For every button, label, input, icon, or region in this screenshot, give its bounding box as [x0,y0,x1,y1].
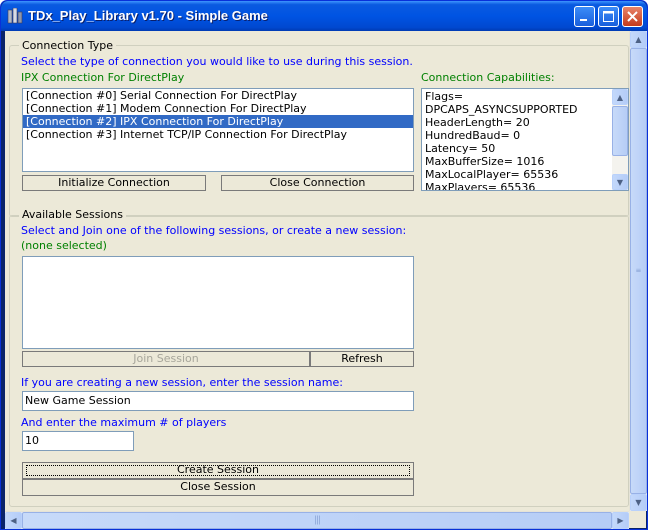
capabilities-lines: Flags= DPCAPS_ASYNCSUPPORTED HeaderLength=… [422,90,612,191]
join-session-label: Join Session [133,352,199,365]
session-name-prompt: If you are creating a new session, enter… [21,376,343,389]
sessions-selected-caption: (none selected) [21,239,107,252]
window-scroll-right[interactable]: ▶ [612,512,629,529]
available-sessions-legend: Available Sessions [19,208,126,221]
size-grip[interactable] [629,511,646,528]
app-window: TDx_Play_Library v1.70 - Simple Game Con… [0,0,648,530]
join-session-button[interactable]: Join Session [22,351,310,367]
capabilities-scrollbar[interactable]: ▲ ▼ [612,89,628,190]
max-players-input[interactable]: 10 [22,431,134,451]
create-session-label: Create Session [176,463,260,476]
connection-list-items: [Connection #0] Serial Connection For Di… [23,89,413,141]
capabilities-label: Connection Capabilities: [421,71,555,84]
window-scroll-left[interactable]: ◀ [5,512,22,529]
minimize-button[interactable] [574,6,595,27]
close-window-button[interactable] [622,6,643,27]
window-horizontal-thumb[interactable]: ||| [22,512,612,529]
close-connection-button[interactable]: Close Connection [221,175,414,191]
capabilities-scroll-up[interactable]: ▲ [612,89,628,105]
horizontal-thumb-grip: ||| [313,515,321,525]
capability-line: HundredBaud= 0 [425,129,521,142]
app-icon [7,8,23,24]
refresh-label: Refresh [341,352,383,365]
connection-list-item[interactable]: [Connection #1] Modem Connection For Dir… [23,102,413,115]
close-session-label: Close Session [180,480,256,493]
capability-line: HeaderLength= 20 [425,116,530,129]
minimize-icon [580,19,587,21]
session-name-input[interactable]: New Game Session [22,391,414,411]
window-horizontal-scrollbar[interactable]: ◀ ||| ▶ [5,511,629,529]
title-bar[interactable]: TDx_Play_Library v1.70 - Simple Game [1,1,647,31]
max-players-prompt: And enter the maximum # of players [21,416,227,429]
close-session-button[interactable]: Close Session [22,479,414,496]
maximize-button[interactable] [598,6,619,27]
close-icon [627,11,638,22]
maximize-icon [603,11,614,22]
close-connection-label: Close Connection [269,176,366,189]
capability-line: MaxPlayers= 65536 [425,181,536,191]
window-title: TDx_Play_Library v1.70 - Simple Game [28,8,268,23]
refresh-button[interactable]: Refresh [310,351,414,367]
capability-line: DPCAPS_ASYNCSUPPORTED [425,103,578,116]
connection-list-item[interactable]: [Connection #3] Internet TCP/IP Connecti… [23,128,413,141]
create-session-button[interactable]: Create Session [22,462,414,479]
capability-line: Latency= 50 [425,142,496,155]
window-vertical-thumb[interactable]: ≡ [630,48,647,494]
initialize-connection-button[interactable]: Initialize Connection [22,175,206,191]
window-scroll-down[interactable]: ▼ [630,494,647,511]
dialog-client-area: Connection Type Select the type of conne… [5,31,629,511]
sessions-list[interactable] [22,256,414,349]
vertical-thumb-grip: ≡ [635,266,642,275]
capability-line: MaxLocalPlayer= 65536 [425,168,559,181]
capability-line: Flags= [425,90,464,103]
capabilities-scroll-thumb[interactable] [612,106,628,156]
window-scroll-up[interactable]: ▲ [630,31,647,48]
capability-line: MaxBufferSize= 1016 [425,155,545,168]
initialize-connection-label: Initialize Connection [58,176,170,189]
connection-instruction: Select the type of connection you would … [21,55,413,68]
sessions-instruction: Select and Join one of the following ses… [21,224,407,237]
capabilities-scroll-down[interactable]: ▼ [612,174,628,190]
connection-list[interactable]: [Connection #0] Serial Connection For Di… [22,88,414,172]
connection-list-item[interactable]: [Connection #0] Serial Connection For Di… [23,89,413,102]
window-vertical-scrollbar[interactable]: ▲ ≡ ▼ [629,31,647,511]
connection-list-item[interactable]: [Connection #2] IPX Connection For Direc… [23,115,413,128]
capabilities-textbox[interactable]: Flags= DPCAPS_ASYNCSUPPORTED HeaderLength=… [421,88,629,191]
connection-type-legend: Connection Type [19,39,117,52]
connection-selected-caption: IPX Connection For DirectPlay [21,71,185,84]
